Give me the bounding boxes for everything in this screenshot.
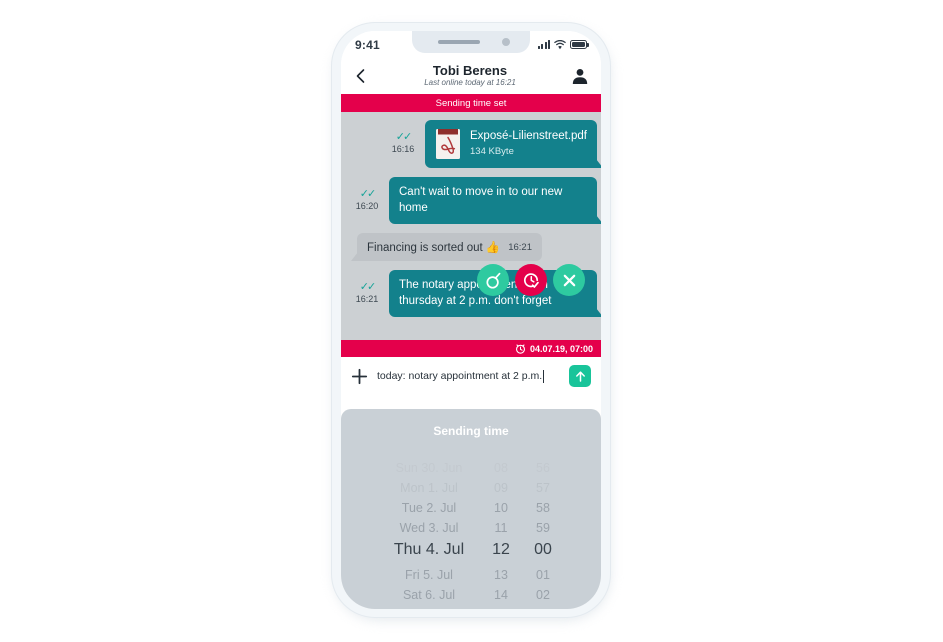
- front-camera-icon: [502, 38, 510, 46]
- send-arrow-up-icon: [575, 370, 585, 382]
- picker-title: Sending time: [433, 424, 509, 438]
- wifi-icon: [554, 39, 566, 49]
- scheduled-time-bar[interactable]: 04.07.19, 07:00: [341, 340, 601, 357]
- list-item[interactable]: Sat 6. Jul 14 02: [379, 588, 563, 608]
- read-ticks-icon: ✓✓: [359, 188, 376, 200]
- picker-hour: 12: [492, 541, 510, 558]
- cancel-sending-time-button[interactable]: [553, 264, 585, 296]
- picker-minute: 01: [536, 568, 550, 582]
- message-input[interactable]: today: notary appointment at 2 p.m.: [377, 369, 560, 383]
- outgoing-message-bubble[interactable]: Can't wait to move in to our new home: [389, 177, 601, 225]
- pdf-file-info: Exposé-Lilienstreet.pdf 134 KByte: [470, 129, 587, 159]
- phone-screen: 9:41 Tobi Berens Last online today at 16…: [341, 31, 601, 609]
- picker-hour: 13: [494, 568, 508, 582]
- message-meta: ✓✓ 16:16: [381, 120, 425, 155]
- read-ticks-icon: ✓✓: [359, 281, 376, 294]
- status-bar-time: 9:41: [355, 37, 380, 52]
- picker-minute: 02: [536, 588, 550, 602]
- set-sending-time-button[interactable]: [515, 264, 547, 296]
- list-item[interactable]: Sun 7. Jul 15 03: [379, 608, 563, 609]
- signal-bars-icon: [538, 40, 550, 49]
- picker-wheel[interactable]: Sun 30. Jun 08 56 Mon 1. Jul 09 57 Tue 2…: [341, 461, 601, 609]
- incoming-message-bubble[interactable]: Financing is sorted out 👍 16:21: [351, 233, 542, 262]
- reschedule-button[interactable]: [477, 264, 509, 296]
- pdf-file-name: Exposé-Lilienstreet.pdf: [470, 129, 587, 142]
- picker-hour: 09: [494, 481, 508, 495]
- phone-notch: [412, 31, 530, 53]
- back-chevron-icon[interactable]: [353, 68, 369, 84]
- earpiece-speaker-icon: [438, 40, 480, 44]
- status-bar-icons: [538, 39, 589, 50]
- chat-message-list[interactable]: ✓✓ 16:16 Exposé-Lilienstreet.pdf 134 KBy…: [341, 112, 601, 340]
- reset-circle-icon: [485, 272, 500, 289]
- picker-minute: 57: [536, 481, 550, 495]
- message-composer: today: notary appointment at 2 p.m.: [341, 357, 601, 395]
- battery-icon: [570, 40, 589, 49]
- table-row: ✓✓ 16:16 Exposé-Lilienstreet.pdf 134 KBy…: [341, 120, 601, 168]
- message-time: 16:16: [391, 144, 415, 154]
- message-time: 16:21: [355, 294, 379, 305]
- picker-date: Thu 4. Jul: [393, 541, 465, 558]
- message-time: 16:20: [355, 201, 379, 211]
- close-x-icon: [563, 274, 575, 286]
- picker-minute: 59: [536, 521, 550, 535]
- attachment-message-bubble[interactable]: Exposé-Lilienstreet.pdf 134 KByte: [425, 120, 601, 168]
- message-meta: ✓✓ 16:20: [345, 177, 389, 212]
- picker-date: Mon 1. Jul: [400, 481, 458, 495]
- screenshot-canvas: 9:41 Tobi Berens Last online today at 16…: [0, 0, 943, 642]
- picker-hour: 15: [484, 608, 518, 609]
- table-row: Financing is sorted out 👍 16:21: [341, 233, 601, 262]
- picker-minute: 00: [534, 541, 552, 558]
- picker-hour: 14: [494, 588, 508, 602]
- picker-hour: 11: [494, 521, 508, 535]
- picker-date: Fri 5. Jul: [405, 568, 453, 582]
- table-row: ✓✓ 16:20 Can't wait to move in to our ne…: [341, 177, 601, 225]
- picker-date: Sun 7. Jul: [379, 608, 479, 609]
- list-item[interactable]: Mon 1. Jul 09 57: [379, 481, 563, 501]
- picker-hour: 08: [494, 461, 508, 475]
- picker-selected-row[interactable]: Thu 4. Jul 12 00: [379, 541, 563, 568]
- incoming-message-text: Financing is sorted out 👍: [367, 242, 501, 255]
- picker-minute: 03: [523, 608, 563, 609]
- list-item[interactable]: Fri 5. Jul 13 01: [379, 568, 563, 588]
- contact-name: Tobi Berens: [432, 63, 508, 79]
- picker-date: Sat 6. Jul: [402, 588, 456, 602]
- pdf-file-icon: [436, 129, 461, 159]
- picker-minute: 56: [536, 461, 550, 475]
- list-item[interactable]: Wed 3. Jul 11 59: [379, 521, 563, 541]
- clock-check-icon: [523, 272, 539, 288]
- chat-header-center[interactable]: Tobi Berens Last online today at 16:21: [369, 64, 571, 87]
- contact-avatar-icon[interactable]: [571, 67, 589, 85]
- contact-last-online: Last online today at 16:21: [424, 78, 516, 88]
- message-input-value: today: notary appointment at 2 p.m.: [377, 370, 543, 382]
- picker-date: Sun 30. Jun: [395, 461, 463, 475]
- list-item[interactable]: Tue 2. Jul 10 58: [379, 501, 563, 521]
- sending-time-picker[interactable]: Sending time Sun 30. Jun 08 56 Mon 1. Ju…: [341, 409, 601, 609]
- pdf-file-size: 134 KByte: [470, 146, 514, 158]
- sending-time-set-banner: Sending time set: [341, 94, 601, 112]
- pdf-attachment[interactable]: Exposé-Lilienstreet.pdf 134 KByte: [435, 128, 587, 160]
- plus-icon[interactable]: [351, 368, 368, 385]
- message-time: 16:21: [508, 241, 532, 253]
- scheduled-time-text: 04.07.19, 07:00: [529, 343, 593, 354]
- text-caret: [543, 369, 545, 383]
- picker-minute: 58: [536, 501, 550, 515]
- message-meta: ✓✓ 16:21: [345, 270, 389, 305]
- scheduled-message-actions: [477, 264, 585, 296]
- alarm-clock-icon: [515, 344, 525, 354]
- read-ticks-icon: ✓✓: [395, 131, 412, 143]
- send-button[interactable]: [569, 365, 591, 387]
- list-item[interactable]: Sun 30. Jun 08 56: [379, 461, 563, 481]
- chat-header: Tobi Berens Last online today at 16:21: [341, 58, 601, 94]
- picker-date: Tue 2. Jul: [401, 501, 457, 515]
- picker-date: Wed 3. Jul: [399, 521, 459, 535]
- picker-hour: 10: [494, 501, 508, 515]
